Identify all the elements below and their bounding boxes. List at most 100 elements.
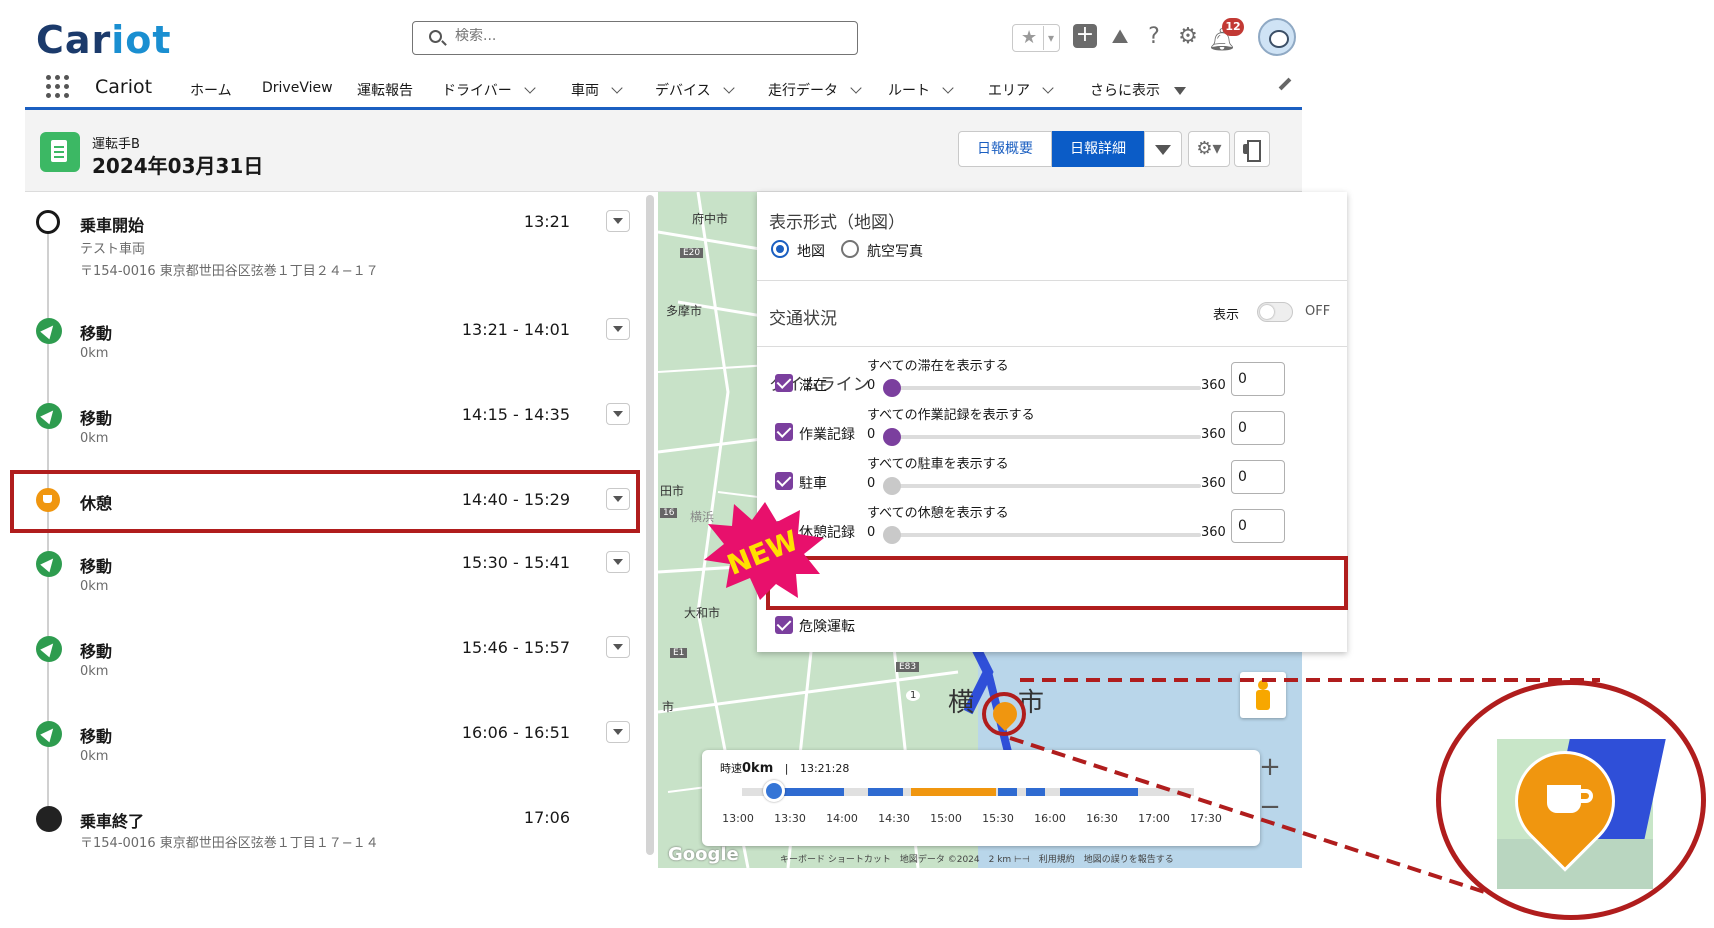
detail-button[interactable]: 日報詳細 — [1052, 131, 1144, 167]
option-label: 駐車 — [799, 476, 827, 492]
timeline-title: 移動 — [80, 324, 113, 343]
nav-item[interactable]: ホーム — [190, 80, 232, 100]
move-marker-icon — [36, 636, 62, 662]
print-button[interactable] — [1234, 131, 1270, 167]
timeline-time: 15:46 - 15:57 — [461, 638, 570, 657]
option-number-input[interactable]: 0 — [1231, 460, 1285, 494]
cup-icon — [988, 697, 1022, 731]
list-scrollbar[interactable] — [646, 195, 654, 855]
nav-item[interactable]: 車両 — [571, 80, 623, 100]
option-number-input[interactable]: 0 — [1231, 362, 1285, 396]
option-slider[interactable] — [883, 435, 1201, 439]
option-checkbox[interactable] — [775, 423, 793, 441]
google-logo: Google — [668, 844, 739, 865]
timeline-item-menu[interactable] — [606, 721, 630, 743]
gear-icon[interactable]: ⚙ — [1174, 24, 1202, 50]
timeline-time: 13:21 — [523, 212, 570, 231]
slider-min-label: 0 — [867, 427, 876, 442]
search-input[interactable] — [455, 28, 835, 44]
option-number-input[interactable]: 0 — [1231, 509, 1285, 543]
help-icon[interactable]: ? — [1142, 24, 1166, 50]
rest-option-highlight-box — [766, 556, 1348, 610]
slider-knob[interactable] — [883, 379, 901, 397]
nav-item-label: 運転報告 — [357, 83, 413, 99]
playback-segment[interactable] — [998, 788, 1018, 796]
nav-item[interactable]: エリア — [988, 80, 1054, 100]
playback-segment[interactable] — [1060, 788, 1139, 796]
nav-item[interactable]: DriveView — [262, 80, 333, 96]
nav-item[interactable]: ルート — [888, 80, 954, 100]
timeline-item-menu[interactable] — [606, 403, 630, 425]
add-icon[interactable]: + — [1073, 24, 1097, 48]
option-checkbox[interactable] — [775, 472, 793, 490]
radio-map-label: 地図 — [797, 244, 825, 260]
nav-item-label: ルート — [888, 83, 930, 99]
option-slider[interactable] — [883, 386, 1201, 390]
move-marker-icon — [36, 721, 62, 747]
map-label: 大和市 — [684, 606, 721, 620]
timeline-title: 移動 — [80, 727, 113, 746]
settings-button[interactable]: ⚙▾ — [1188, 131, 1230, 167]
slider-min-label: 0 — [867, 476, 876, 491]
playback-segment[interactable] — [911, 788, 997, 796]
slider-knob[interactable] — [883, 428, 901, 446]
playback-time: 13:21:28 — [799, 762, 850, 775]
nav-item[interactable]: ドライバー — [442, 80, 536, 100]
new-badge: NEW — [704, 502, 824, 600]
slider-knob[interactable] — [883, 526, 901, 544]
nav-item[interactable]: デバイス — [655, 80, 735, 100]
nav-item[interactable]: 運転報告 — [357, 80, 413, 100]
trailhead-icon[interactable]: ⛰ — [1106, 24, 1134, 50]
notification-badge: 12 — [1222, 18, 1244, 36]
option-checkbox[interactable] — [775, 374, 793, 392]
radio-map[interactable] — [771, 240, 789, 258]
cariot-logo[interactable]: Cariot — [36, 18, 172, 62]
divider — [757, 346, 1347, 347]
chevron-down-icon[interactable] — [611, 82, 623, 94]
avatar[interactable] — [1258, 18, 1296, 56]
timeline-item-menu[interactable] — [606, 636, 630, 658]
option-slider[interactable] — [883, 533, 1201, 537]
chevron-down-icon[interactable] — [850, 82, 862, 94]
chevron-down-icon[interactable] — [942, 82, 954, 94]
playback-tick-label: 17:00 — [1138, 812, 1170, 825]
nav-item[interactable]: さらに表示 — [1090, 80, 1186, 100]
option-number-input[interactable]: 0 — [1231, 411, 1285, 445]
edit-nav-icon[interactable] — [1278, 77, 1292, 91]
rest-map-pin[interactable] — [982, 692, 1026, 736]
timeline-item-menu[interactable] — [606, 551, 630, 573]
more-actions-button[interactable] — [1144, 131, 1182, 167]
chevron-down-icon[interactable] — [1174, 87, 1186, 95]
slider-knob[interactable] — [883, 477, 901, 495]
timeline-title: 移動 — [80, 409, 113, 428]
playback-segment[interactable] — [1025, 788, 1045, 796]
timeline-title: 移動 — [80, 557, 113, 576]
playback-knob[interactable] — [763, 780, 786, 802]
street-view-pegman[interactable] — [1240, 672, 1286, 718]
display-mode-title: 表示形式（地図） — [769, 213, 905, 233]
option-slider[interactable] — [883, 484, 1201, 488]
chevron-down-icon[interactable] — [1042, 82, 1054, 94]
danger-checkbox[interactable] — [775, 616, 793, 634]
nav-item[interactable]: 走行データ — [768, 80, 862, 100]
playback-segment[interactable] — [868, 788, 903, 796]
timeline-item-menu[interactable] — [606, 210, 630, 232]
chevron-down-icon[interactable] — [722, 82, 735, 94]
nav-item-label: DriveView — [262, 80, 333, 96]
timeline-title: 乗車終了 — [80, 812, 145, 831]
timeline-time: 17:06 — [523, 808, 570, 827]
timeline-item-menu[interactable] — [606, 318, 630, 340]
timeline-sub: 0km — [80, 431, 109, 446]
traffic-toggle[interactable] — [1257, 302, 1293, 322]
slider-max-label: 360 — [1201, 427, 1226, 442]
option-caption: すべての滞在を表示する — [867, 359, 1009, 374]
chevron-down-icon[interactable] — [524, 82, 536, 94]
app-launcher-icon[interactable] — [46, 75, 70, 99]
timeline-time: 15:30 - 15:41 — [461, 553, 570, 572]
favorites-button[interactable]: ★ ▾ — [1012, 24, 1060, 52]
summary-button[interactable]: 日報概要 — [958, 131, 1052, 167]
playback-tick-label: 14:00 — [826, 812, 858, 825]
map-label: 田市 — [660, 484, 685, 498]
global-search[interactable] — [412, 21, 858, 55]
radio-aerial[interactable] — [841, 240, 859, 258]
